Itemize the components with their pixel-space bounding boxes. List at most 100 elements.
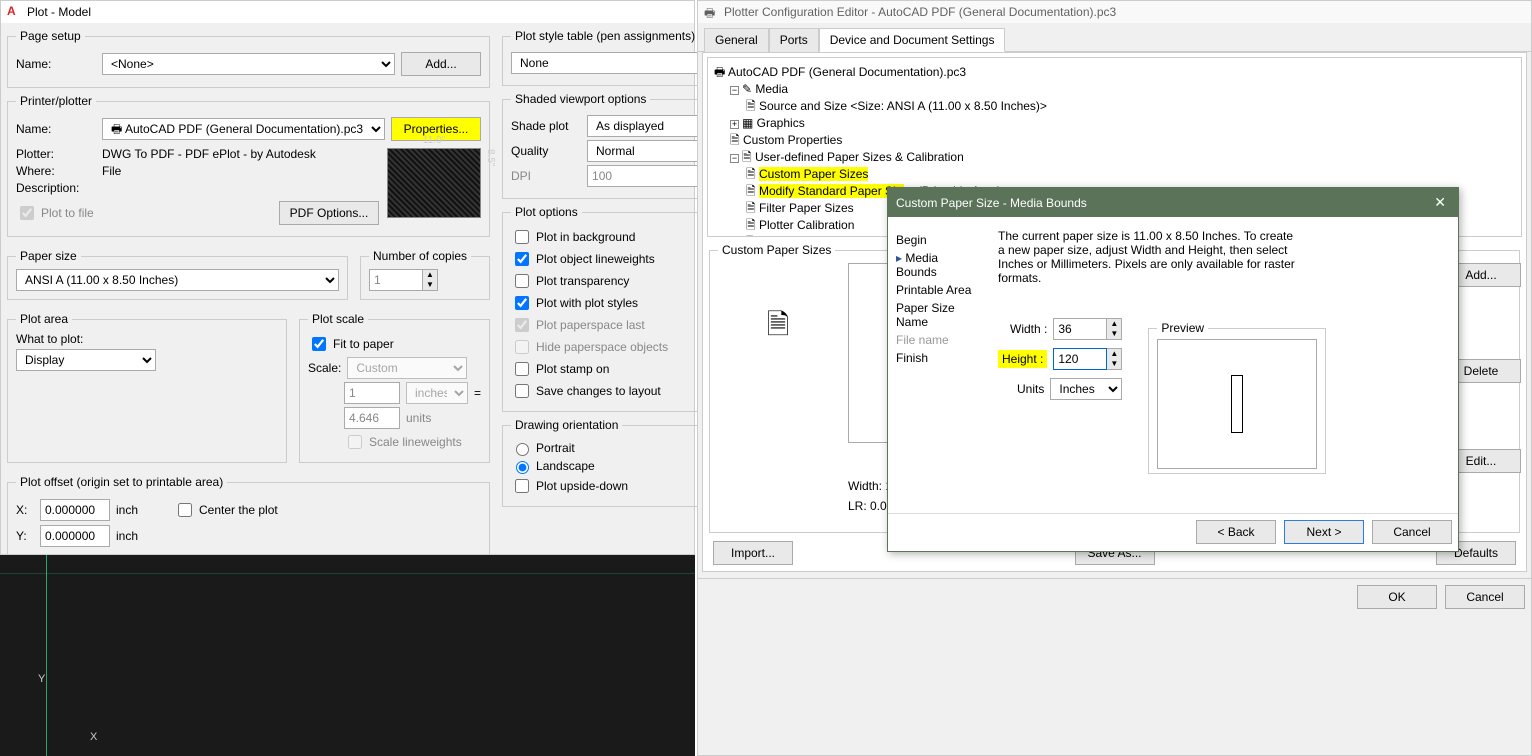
paper-icon: 🗎 bbox=[767, 304, 790, 352]
offset-x-input[interactable] bbox=[40, 499, 110, 521]
dpi-label: DPI bbox=[511, 169, 581, 183]
printer-group: Printer/plotter Name: 🖶 AutoCAD PDF (Gen… bbox=[7, 94, 490, 237]
step-begin: Begin bbox=[896, 233, 980, 247]
ps-name-select[interactable]: <None> bbox=[102, 53, 395, 75]
paper-size-legend: Paper size bbox=[16, 249, 81, 263]
style-table-select[interactable]: None bbox=[511, 52, 724, 74]
height-label: Height : bbox=[998, 350, 1047, 368]
tree-root[interactable]: 🖶 AutoCAD PDF (General Documentation).pc… bbox=[714, 64, 1515, 81]
pce-tabbar: General Ports Device and Document Settin… bbox=[698, 27, 1531, 52]
pce-title: Plotter Configuration Editor - AutoCAD P… bbox=[724, 5, 1116, 19]
offset-y-unit: inch bbox=[116, 529, 138, 543]
plot-area-group: Plot area What to plot: Display bbox=[7, 312, 287, 463]
offset-y-input[interactable] bbox=[40, 525, 110, 547]
wizard-back-button[interactable]: < Back bbox=[1196, 520, 1276, 544]
scale-val1 bbox=[344, 382, 400, 404]
pce-titlebar: 🖶 Plotter Configuration Editor - AutoCAD… bbox=[698, 1, 1531, 23]
ps-add-button[interactable]: Add... bbox=[401, 52, 481, 76]
width-up-icon[interactable]: ▲ bbox=[1107, 319, 1121, 329]
height-input[interactable] bbox=[1053, 348, 1107, 370]
tree-media[interactable]: −✎ Media bbox=[714, 81, 1515, 98]
import-button[interactable]: Import... bbox=[713, 541, 793, 565]
y-axis bbox=[46, 555, 47, 756]
printer-legend: Printer/plotter bbox=[16, 94, 96, 108]
pce-ok-button[interactable]: OK bbox=[1357, 585, 1437, 609]
drawing-canvas[interactable]: Y X bbox=[0, 555, 695, 756]
units-select[interactable]: Inches bbox=[1050, 378, 1122, 400]
wizard-cancel-button[interactable]: Cancel bbox=[1372, 520, 1452, 544]
wizard-title: Custom Paper Size - Media Bounds bbox=[896, 196, 1087, 210]
shaded-legend: Shaded viewport options bbox=[511, 92, 650, 106]
ps-name-label: Name: bbox=[16, 57, 96, 71]
tab-device[interactable]: Device and Document Settings bbox=[819, 28, 1006, 52]
style-table-legend: Plot style table (pen assignments) bbox=[511, 29, 699, 43]
width-label: Width : bbox=[1010, 322, 1047, 336]
y-label: Y bbox=[38, 673, 45, 685]
wizard-titlebar: Custom Paper Size - Media Bounds ✕ bbox=[888, 188, 1458, 217]
tree-source-size[interactable]: 🗎 Source and Size <Size: ANSI A (11.00 x… bbox=[714, 98, 1515, 115]
scale-units1: inches bbox=[406, 382, 468, 404]
height-up-icon[interactable]: ▲ bbox=[1107, 349, 1121, 359]
width-input[interactable] bbox=[1053, 318, 1107, 340]
shade-plot-label: Shade plot bbox=[511, 119, 581, 133]
copies-spinner[interactable]: ▲▼ bbox=[369, 269, 438, 291]
app-icon: A bbox=[7, 4, 23, 20]
scale-units2: units bbox=[406, 411, 431, 425]
copies-down-icon[interactable]: ▼ bbox=[423, 280, 437, 290]
step-finish: Finish bbox=[896, 351, 980, 365]
plot-options-legend: Plot options bbox=[511, 205, 582, 219]
pdf-options-button[interactable]: PDF Options... bbox=[279, 201, 379, 225]
close-icon[interactable]: ✕ bbox=[1430, 194, 1450, 211]
where-label: Where: bbox=[16, 164, 96, 178]
height-down-icon[interactable]: ▼ bbox=[1107, 359, 1121, 369]
cps-legend: Custom Paper Sizes bbox=[718, 243, 835, 257]
wizard-preview-legend: Preview bbox=[1157, 321, 1208, 335]
plot-dialog: A Plot - Model Page setup Name: <None> A… bbox=[0, 0, 695, 555]
plotter-label: Plotter: bbox=[16, 147, 96, 161]
offset-x-label: X: bbox=[16, 503, 34, 517]
plot-to-file-check: Plot to file bbox=[16, 203, 94, 223]
wizard-preview bbox=[1157, 339, 1317, 469]
tree-user-defined[interactable]: −🗎 User-defined Paper Sizes & Calibratio… bbox=[714, 149, 1515, 166]
plot-scale-group: Plot scale Fit to paper Scale: Custom in… bbox=[299, 312, 490, 463]
dim-width: 11.0" bbox=[388, 135, 480, 146]
tab-ports[interactable]: Ports bbox=[769, 28, 819, 52]
expand-icon[interactable]: + bbox=[730, 120, 739, 129]
what-to-plot-select[interactable]: Display bbox=[16, 349, 156, 371]
copies-up-icon[interactable]: ▲ bbox=[423, 270, 437, 280]
x-label: X bbox=[90, 731, 97, 743]
offset-y-label: Y: bbox=[16, 529, 34, 543]
pce-cancel-button[interactable]: Cancel bbox=[1445, 585, 1525, 609]
center-plot-check[interactable]: Center the plot bbox=[174, 500, 278, 520]
copies-group: Number of copies ▲▼ bbox=[360, 249, 490, 300]
width-down-icon[interactable]: ▼ bbox=[1107, 329, 1121, 339]
x-axis bbox=[0, 573, 695, 574]
plot-offset-legend: Plot offset (origin set to printable are… bbox=[16, 475, 227, 489]
paper-size-group: Paper size ANSI A (11.00 x 8.50 Inches) bbox=[7, 249, 348, 300]
paper-preview-thumbnail: 11.0" 8.5" bbox=[387, 148, 481, 218]
height-spinner[interactable]: ▲▼ bbox=[1053, 348, 1122, 370]
collapse-icon[interactable]: − bbox=[730, 86, 739, 95]
step-paper-size-name: Paper Size Name bbox=[896, 301, 980, 329]
wizard-steps: Begin Media Bounds Printable Area Paper … bbox=[888, 217, 988, 513]
wizard-help-text: The current paper size is 11.00 x 8.50 I… bbox=[998, 229, 1298, 285]
tree-custom-paper-sizes[interactable]: 🗎 Custom Paper Sizes bbox=[714, 166, 1515, 183]
step-file-name: File name bbox=[896, 333, 980, 347]
quality-label: Quality bbox=[511, 144, 581, 158]
where-value: File bbox=[102, 164, 121, 178]
tree-custom-props[interactable]: 🗎 Custom Properties bbox=[714, 132, 1515, 149]
printer-name-select[interactable]: 🖶 AutoCAD PDF (General Documentation).pc… bbox=[102, 118, 385, 140]
scale-val2 bbox=[344, 407, 400, 429]
wizard-next-button[interactable]: Next > bbox=[1284, 520, 1364, 544]
fit-to-paper-check[interactable]: Fit to paper bbox=[308, 334, 481, 354]
plot-titlebar: A Plot - Model bbox=[1, 1, 694, 23]
collapse-icon[interactable]: − bbox=[730, 154, 739, 163]
tab-general[interactable]: General bbox=[704, 28, 769, 52]
tree-graphics[interactable]: +▦ Graphics bbox=[714, 115, 1515, 132]
width-spinner[interactable]: ▲▼ bbox=[1053, 318, 1122, 340]
units-label: Units bbox=[1017, 382, 1044, 396]
plot-scale-legend: Plot scale bbox=[308, 312, 368, 326]
paper-size-select[interactable]: ANSI A (11.00 x 8.50 Inches) bbox=[16, 269, 339, 291]
page-setup-group: Page setup Name: <None> Add... bbox=[7, 29, 490, 88]
scale-label: Scale: bbox=[308, 361, 341, 375]
